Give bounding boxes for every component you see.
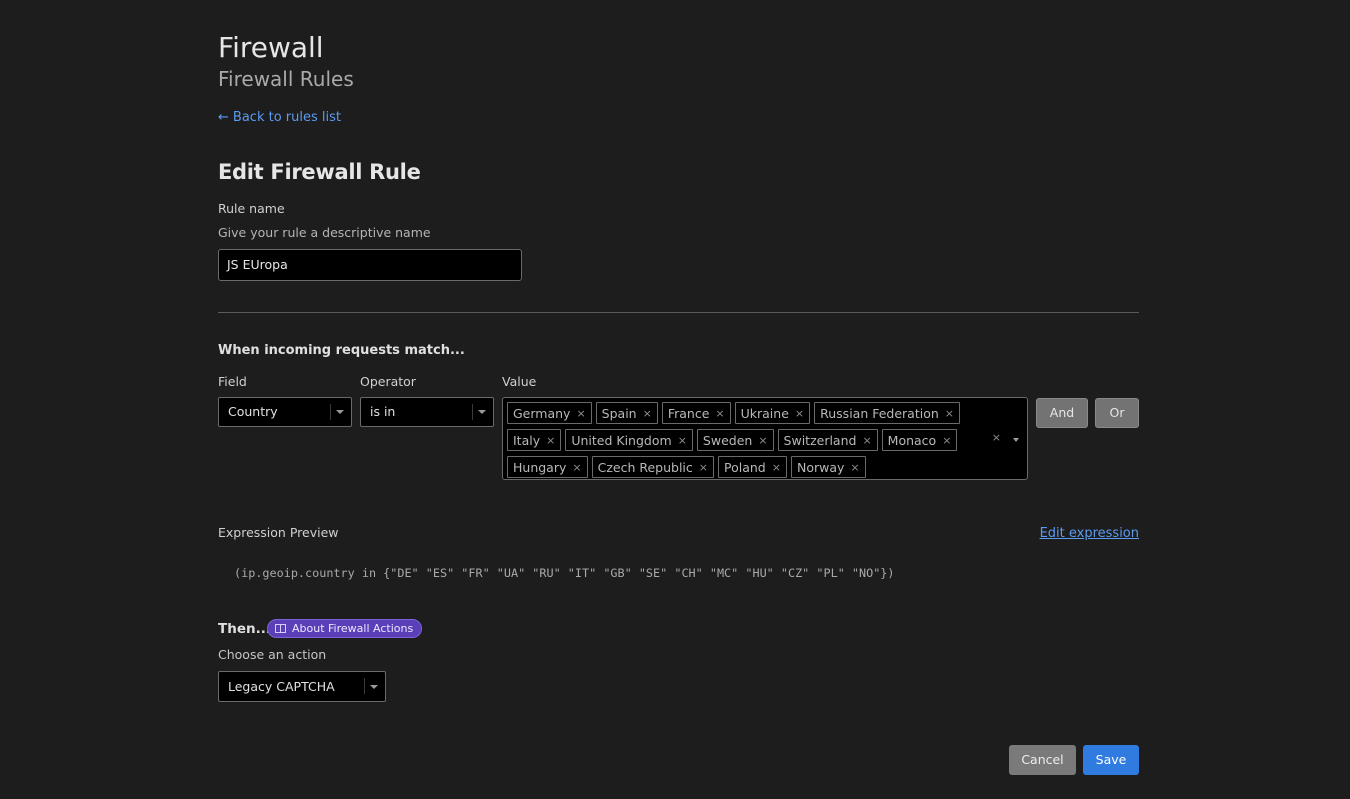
close-icon[interactable]: ×: [643, 407, 652, 420]
chevron-down-icon[interactable]: [1013, 438, 1019, 442]
value-tag-label: Poland: [724, 459, 766, 475]
close-icon[interactable]: ×: [942, 434, 951, 447]
page-subtitle: Firewall Rules: [218, 67, 354, 91]
close-icon[interactable]: ×: [862, 434, 871, 447]
save-button[interactable]: Save: [1083, 745, 1139, 775]
value-tag: Norway ×: [790, 456, 866, 478]
or-button[interactable]: Or: [1095, 398, 1139, 428]
value-multiselect[interactable]: Germany × Spain × France × Ukraine × Russian Fed…: [502, 397, 1028, 480]
value-tag: Switzerland ×: [777, 429, 878, 451]
rule-name-input[interactable]: JS EUropa: [218, 249, 522, 281]
value-tag-label: Czech Republic: [597, 459, 693, 475]
field-select[interactable]: Country: [218, 397, 352, 427]
close-icon[interactable]: ×: [715, 407, 724, 420]
arrow-left-icon: ←: [218, 110, 229, 125]
value-tag-label: Ukraine: [740, 405, 789, 421]
page-title: Firewall: [218, 31, 324, 64]
close-icon[interactable]: ×: [678, 434, 687, 447]
value-tag: Spain ×: [595, 402, 658, 424]
chevron-down-icon: [336, 410, 344, 414]
value-tag: Poland ×: [718, 456, 787, 478]
close-icon[interactable]: ×: [758, 434, 767, 447]
close-icon[interactable]: ×: [772, 461, 781, 474]
expression-preview-label: Expression Preview: [218, 525, 339, 540]
field-select-value: Country: [228, 404, 278, 419]
value-tag-label: United Kingdom: [571, 432, 672, 448]
expression-preview-text: (ip.geoip.country in {"DE" "ES" "FR" "UA…: [234, 566, 895, 580]
chevron-down-icon: [370, 685, 378, 689]
value-tag: Germany ×: [507, 402, 592, 424]
field-label: Field: [218, 374, 247, 389]
select-separator: [364, 678, 365, 694]
close-icon[interactable]: ×: [572, 461, 581, 474]
operator-label: Operator: [360, 374, 416, 389]
value-tag: Russian Federation ×: [814, 402, 961, 424]
close-icon[interactable]: ×: [699, 461, 708, 474]
back-link-label: Back to rules list: [232, 110, 341, 125]
value-tag-label: Monaco: [887, 432, 937, 448]
book-icon: [275, 624, 286, 633]
select-separator: [472, 404, 473, 420]
rule-name-label: Rule name: [218, 201, 285, 216]
value-tag: Czech Republic ×: [591, 456, 715, 478]
value-tag-label: Norway: [796, 459, 845, 475]
value-tag-list: Germany × Spain × France × Ukraine × Russian Fed…: [507, 401, 977, 482]
badge-label: About Firewall Actions: [292, 622, 414, 635]
value-tag-label: Hungary: [513, 459, 567, 475]
edit-expression-link[interactable]: Edit expression: [1040, 525, 1139, 543]
then-label: Then...: [218, 621, 271, 637]
value-tag-label: Spain: [601, 405, 637, 421]
value-tag: Italy ×: [507, 429, 562, 451]
operator-select-value: is in: [370, 404, 396, 419]
close-icon[interactable]: ×: [945, 407, 954, 420]
value-tag-label: Sweden: [702, 432, 753, 448]
value-tag: Monaco ×: [881, 429, 958, 451]
about-firewall-actions-badge[interactable]: About Firewall Actions: [267, 619, 423, 638]
value-tag-label: Russian Federation: [820, 405, 939, 421]
value-tag: United Kingdom ×: [565, 429, 693, 451]
form-heading: Edit Firewall Rule: [218, 160, 421, 184]
chevron-down-icon: [478, 410, 486, 414]
action-select[interactable]: Legacy CAPTCHA: [218, 671, 386, 702]
section-divider: [218, 312, 1139, 313]
value-tag-label: Germany: [513, 405, 571, 421]
clear-all-icon[interactable]: ×: [992, 431, 1001, 444]
value-tag: Hungary ×: [507, 456, 588, 478]
cancel-button[interactable]: Cancel: [1009, 745, 1076, 775]
choose-action-label: Choose an action: [218, 647, 327, 662]
match-heading: When incoming requests match...: [218, 343, 465, 358]
value-tag-label: France: [667, 405, 710, 421]
value-tag: Sweden ×: [696, 429, 774, 451]
close-icon[interactable]: ×: [576, 407, 585, 420]
value-tag: Ukraine ×: [734, 402, 811, 424]
value-tag-label: Switzerland: [783, 432, 857, 448]
value-label: Value: [502, 374, 537, 389]
value-tag: France ×: [661, 402, 731, 424]
value-tag-label: Italy: [513, 432, 541, 448]
close-icon[interactable]: ×: [795, 407, 804, 420]
operator-select[interactable]: is in: [360, 397, 494, 427]
and-button[interactable]: And: [1036, 398, 1088, 428]
close-icon[interactable]: ×: [850, 461, 859, 474]
close-icon[interactable]: ×: [546, 434, 555, 447]
rule-name-hint: Give your rule a descriptive name: [218, 225, 431, 240]
select-separator: [330, 404, 331, 420]
back-to-rules-link[interactable]: ← Back to rules list: [218, 109, 341, 127]
action-select-value: Legacy CAPTCHA: [228, 679, 335, 694]
